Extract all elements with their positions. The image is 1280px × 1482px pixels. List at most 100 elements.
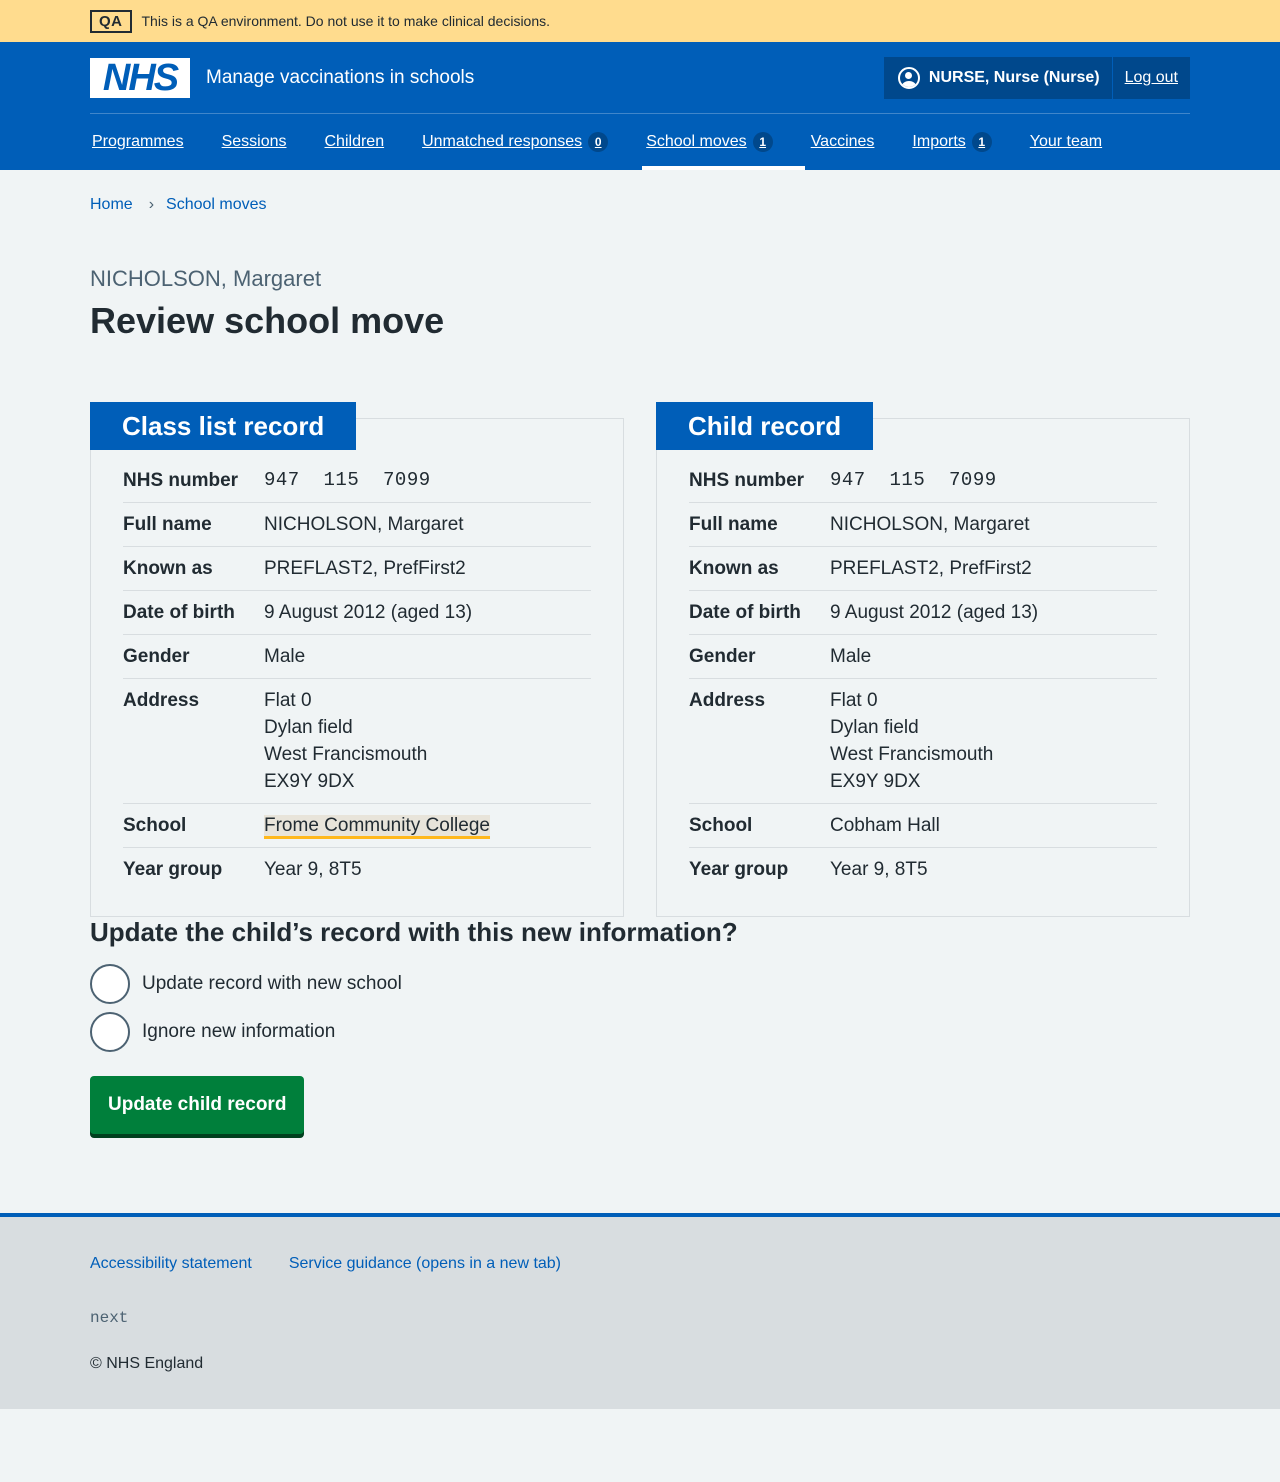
radio-update-record[interactable]: Update record with new school <box>90 964 1190 1004</box>
row-label: Date of birth <box>123 602 235 623</box>
summary-row-year-group: Year group Year 9, 8T5 <box>123 848 591 892</box>
changed-school-highlight: Frome Community College <box>264 815 490 839</box>
child-record-heading: Child record <box>656 402 874 450</box>
row-value: Flat 0 Dylan field West Francismouth EX9… <box>830 687 1157 795</box>
address-line: EX9Y 9DX <box>264 771 355 792</box>
summary-row-gender: Gender Male <box>123 635 591 679</box>
update-child-record-button[interactable]: Update child record <box>90 1076 305 1134</box>
radio-button[interactable] <box>90 1012 130 1052</box>
row-label: Address <box>689 690 766 711</box>
row-label: Gender <box>689 646 756 667</box>
nav-imports[interactable]: Imports 1 <box>910 114 993 170</box>
row-value: 9 August 2012 (aged 13) <box>264 602 473 623</box>
footer-links: Accessibility statement Service guidance… <box>90 1255 1190 1273</box>
address-line: West Francismouth <box>830 744 994 765</box>
row-value: 947 115 7099 <box>830 469 997 491</box>
nav-programmes[interactable]: Programmes <box>90 114 186 170</box>
breadcrumb-school-moves[interactable]: School moves <box>166 196 267 214</box>
row-label: School <box>689 815 753 836</box>
row-label: NHS number <box>689 470 805 491</box>
accessibility-statement-link[interactable]: Accessibility statement <box>90 1255 252 1273</box>
row-label: Full name <box>123 514 212 535</box>
row-label: Year group <box>689 859 789 880</box>
unmatched-count-badge: 0 <box>588 132 609 152</box>
nav-unmatched-label: Unmatched responses <box>422 133 583 150</box>
nhs-logo[interactable]: NHS <box>90 57 190 98</box>
row-label: Year group <box>123 859 223 880</box>
nav-school-moves[interactable]: School moves 1 <box>642 114 805 170</box>
summary-row-nhs-number: NHS number 947 115 7099 <box>689 459 1157 503</box>
row-label: Gender <box>123 646 190 667</box>
radio-ignore[interactable]: Ignore new information <box>90 1012 1190 1052</box>
records-comparison: Class list record NHS number 947 115 7099… <box>90 402 1190 917</box>
address-line: Dylan field <box>830 717 919 738</box>
chevron-right-icon: › <box>148 196 155 213</box>
summary-row-full-name: Full name NICHOLSON, Margaret <box>689 503 1157 547</box>
class-list-record-card: Class list record NHS number 947 115 7099… <box>90 402 624 917</box>
primary-nav: Programmes Sessions Children Unmatched r… <box>90 114 1190 170</box>
address-line: Flat 0 <box>264 690 312 711</box>
row-value: Male <box>264 646 306 667</box>
row-label: Date of birth <box>689 602 801 623</box>
qa-message: This is a QA environment. Do not use it … <box>141 13 551 29</box>
account-menu: NURSE, Nurse (Nurse) Log out <box>883 57 1190 99</box>
breadcrumb-home[interactable]: Home <box>90 196 133 214</box>
summary-row-school: School Cobham Hall <box>689 804 1157 848</box>
row-label: Known as <box>689 558 779 579</box>
nav-your-team-label: Your team <box>1029 133 1103 150</box>
account-user: NURSE, Nurse (Nurse) <box>884 57 1113 99</box>
header-top: NHS Manage vaccinations in schools NURSE… <box>90 42 1190 114</box>
child-record-summary: NHS number 947 115 7099 Full name NICHOLSO… <box>689 459 1157 892</box>
row-value: NICHOLSON, Margaret <box>264 514 464 535</box>
address-line: Flat 0 <box>830 690 878 711</box>
summary-row-known-as: Known as PREFLAST2, PrefFirst2 <box>689 547 1157 591</box>
nav-unmatched-responses[interactable]: Unmatched responses 0 <box>420 114 610 170</box>
row-value: 947 115 7099 <box>264 469 431 491</box>
radio-button[interactable] <box>90 964 130 1004</box>
nav-school-moves-label: School moves <box>646 133 747 150</box>
nav-children-label: Children <box>324 133 385 150</box>
logout-link[interactable]: Log out <box>1113 69 1190 87</box>
row-value: Frome Community College <box>264 812 591 839</box>
nav-sessions-label: Sessions <box>221 133 287 150</box>
site-footer: Accessibility statement Service guidance… <box>0 1213 1280 1409</box>
nav-sessions[interactable]: Sessions <box>220 114 289 170</box>
site-header: NHS Manage vaccinations in schools NURSE… <box>0 42 1280 170</box>
qa-banner: QA This is a QA environment. Do not use … <box>0 0 1280 42</box>
nav-children[interactable]: Children <box>323 114 387 170</box>
row-value: Year 9, 8T5 <box>830 859 928 880</box>
row-value: 9 August 2012 (aged 13) <box>830 602 1039 623</box>
nav-vaccines[interactable]: Vaccines <box>809 114 877 170</box>
summary-row-dob: Date of birth 9 August 2012 (aged 13) <box>689 591 1157 635</box>
row-label: Full name <box>689 514 778 535</box>
update-decision-fieldset: Update the child’s record with this new … <box>90 917 1190 1060</box>
nav-programmes-label: Programmes <box>92 133 184 150</box>
summary-row-school: School Frome Community College <box>123 804 591 848</box>
summary-row-dob: Date of birth 9 August 2012 (aged 13) <box>123 591 591 635</box>
qa-tag: QA <box>90 9 132 33</box>
imports-count-badge: 1 <box>971 132 992 152</box>
radio-label: Ignore new information <box>142 1021 336 1042</box>
user-icon <box>897 67 920 89</box>
address-line: EX9Y 9DX <box>830 771 921 792</box>
summary-row-full-name: Full name NICHOLSON, Margaret <box>123 503 591 547</box>
page-title: Review school move <box>90 300 445 341</box>
service-name[interactable]: Manage vaccinations in schools <box>206 67 474 89</box>
radio-group: Update record with new school Ignore new… <box>90 964 1190 1052</box>
copyright: © NHS England <box>90 1355 204 1372</box>
update-question: Update the child’s record with this new … <box>90 917 738 947</box>
address-line: Dylan field <box>264 717 353 738</box>
summary-row-nhs-number: NHS number 947 115 7099 <box>123 459 591 503</box>
service-guidance-link[interactable]: Service guidance (opens in a new tab) <box>289 1255 561 1273</box>
summary-row-gender: Gender Male <box>689 635 1157 679</box>
row-value: Flat 0 Dylan field West Francismouth EX9… <box>264 687 591 795</box>
summary-row-address: Address Flat 0 Dylan field West Francism… <box>123 679 591 804</box>
row-label: Address <box>123 690 200 711</box>
app-version: next <box>90 1309 129 1327</box>
row-value: Cobham Hall <box>830 815 940 836</box>
class-list-summary: NHS number 947 115 7099 Full name NICHOLSO… <box>123 459 591 892</box>
class-list-record-heading: Class list record <box>90 402 357 450</box>
nav-your-team[interactable]: Your team <box>1028 114 1104 170</box>
row-value: Male <box>830 646 872 667</box>
row-value: PREFLAST2, PrefFirst2 <box>830 558 1032 579</box>
